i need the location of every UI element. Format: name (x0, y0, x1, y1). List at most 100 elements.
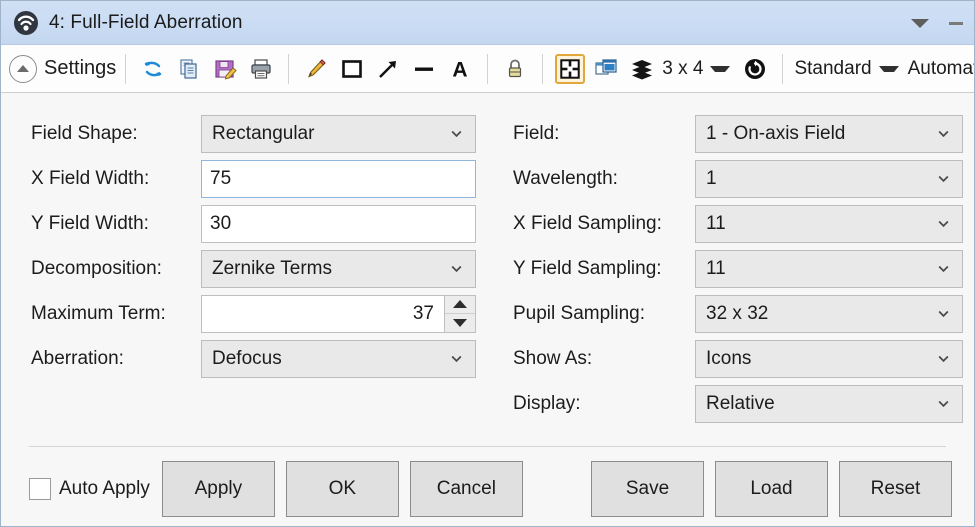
wavelength-label: Wavelength: (513, 168, 695, 190)
reset-button[interactable]: Reset (839, 461, 952, 517)
window-controls (902, 1, 974, 45)
maximum-term-stepper[interactable]: 37 (201, 295, 476, 333)
layers-icon[interactable] (627, 54, 657, 84)
full-field-aberration-window: 4: Full-Field Aberration Settings (0, 0, 975, 527)
wavelength-combobox[interactable]: 1 (695, 160, 963, 198)
mode-label[interactable]: Automati (908, 58, 974, 80)
cascade-window-icon[interactable] (591, 54, 621, 84)
auto-apply-label: Auto Apply (59, 478, 150, 500)
field-shape-label: Field Shape: (31, 123, 201, 145)
aberration-value: Defocus (212, 348, 450, 370)
primary-button-group: Apply OK Cancel (162, 461, 523, 517)
print-icon[interactable] (246, 54, 276, 84)
lock-icon[interactable] (500, 54, 530, 84)
row-maximum-term: Maximum Term: 37 (31, 291, 476, 336)
chevron-up-circle-icon (9, 55, 37, 83)
copy-icon[interactable] (174, 54, 204, 84)
grid-size-caret-icon[interactable] (710, 66, 730, 72)
cancel-button[interactable]: Cancel (410, 461, 523, 517)
text-icon[interactable]: A (445, 54, 475, 84)
arrow-icon[interactable] (373, 54, 403, 84)
settings-toggle[interactable]: Settings (9, 55, 116, 83)
y-field-sampling-value: 11 (706, 258, 937, 280)
titlebar-dropdown-button[interactable] (902, 1, 938, 45)
toolbar-separator (782, 54, 783, 84)
settings-form: Field Shape: Rectangular X Field Width: … (1, 93, 974, 453)
show-as-combobox[interactable]: Icons (695, 340, 963, 378)
load-button[interactable]: Load (715, 461, 828, 517)
row-x-field-sampling: X Field Sampling: 11 (513, 201, 963, 246)
reset-circle-icon[interactable] (740, 54, 770, 84)
toolbar-separator (487, 54, 488, 84)
chevron-down-icon (937, 172, 950, 185)
maximum-term-spin-buttons (444, 295, 476, 333)
display-value: Relative (706, 393, 937, 415)
show-as-label: Show As: (513, 348, 695, 370)
y-field-sampling-combobox[interactable]: 11 (695, 250, 963, 288)
field-shape-combobox[interactable]: Rectangular (201, 115, 476, 153)
footer-divider (29, 446, 946, 447)
field-label: Field: (513, 123, 695, 145)
ok-button[interactable]: OK (286, 461, 399, 517)
line-icon[interactable] (409, 54, 439, 84)
footer-bar: Auto Apply Apply OK Cancel Save Load Res… (1, 451, 974, 527)
chevron-down-icon (937, 352, 950, 365)
pupil-sampling-combobox[interactable]: 32 x 32 (695, 295, 963, 333)
chevron-down-icon (937, 127, 950, 140)
field-value: 1 - On-axis Field (706, 123, 937, 145)
pencil-icon[interactable] (301, 54, 331, 84)
pupil-sampling-label: Pupil Sampling: (513, 303, 695, 325)
auto-apply-checkbox-wrap[interactable]: Auto Apply (29, 478, 150, 500)
svg-text:A: A (453, 58, 468, 81)
triangle-up-icon (453, 300, 467, 308)
row-pupil-sampling: Pupil Sampling: 32 x 32 (513, 291, 963, 336)
decomposition-value: Zernike Terms (212, 258, 450, 280)
wavelength-value: 1 (706, 168, 937, 190)
right-column: Field: 1 - On-axis Field Wavelength: 1 (513, 111, 963, 426)
auto-apply-checkbox[interactable] (29, 478, 51, 500)
save-icon[interactable] (210, 54, 240, 84)
maximum-term-label: Maximum Term: (31, 303, 201, 325)
square-icon[interactable] (337, 54, 367, 84)
aperture-icon (13, 10, 39, 36)
title-bar: 4: Full-Field Aberration (1, 1, 974, 45)
row-field-shape: Field Shape: Rectangular (31, 111, 476, 156)
style-caret-icon[interactable] (879, 66, 899, 72)
refresh-icon[interactable] (138, 54, 168, 84)
spinner-down-button[interactable] (445, 313, 475, 332)
x-field-width-label: X Field Width: (31, 168, 201, 190)
secondary-button-group: Save Load Reset (591, 461, 952, 517)
minimize-button[interactable] (938, 1, 974, 45)
row-y-field-sampling: Y Field Sampling: 11 (513, 246, 963, 291)
row-display: Display: Relative (513, 381, 963, 426)
aberration-combobox[interactable]: Defocus (201, 340, 476, 378)
grid-size-label[interactable]: 3 x 4 (662, 58, 703, 80)
spinner-up-button[interactable] (445, 296, 475, 314)
row-decomposition: Decomposition: Zernike Terms (31, 246, 476, 291)
field-combobox[interactable]: 1 - On-axis Field (695, 115, 963, 153)
chevron-down-icon (911, 19, 929, 28)
left-column: Field Shape: Rectangular X Field Width: … (31, 111, 476, 381)
decomposition-label: Decomposition: (31, 258, 201, 280)
row-show-as: Show As: Icons (513, 336, 963, 381)
decomposition-combobox[interactable]: Zernike Terms (201, 250, 476, 288)
grid-window-icon[interactable] (555, 54, 585, 84)
display-combobox[interactable]: Relative (695, 385, 963, 423)
x-field-sampling-value: 11 (706, 213, 937, 235)
x-field-sampling-combobox[interactable]: 11 (695, 205, 963, 243)
settings-label: Settings (44, 57, 116, 80)
x-field-width-value: 75 (210, 168, 231, 190)
row-wavelength: Wavelength: 1 (513, 156, 963, 201)
chevron-down-icon (937, 217, 950, 230)
apply-button[interactable]: Apply (162, 461, 275, 517)
display-label: Display: (513, 393, 695, 415)
x-field-width-input[interactable]: 75 (201, 160, 476, 198)
show-as-value: Icons (706, 348, 937, 370)
maximum-term-input[interactable]: 37 (201, 295, 444, 333)
y-field-width-input[interactable]: 30 (201, 205, 476, 243)
save-button[interactable]: Save (591, 461, 704, 517)
toolbar-separator (288, 54, 289, 84)
row-aberration: Aberration: Defocus (31, 336, 476, 381)
style-label[interactable]: Standard (794, 58, 871, 80)
row-field: Field: 1 - On-axis Field (513, 111, 963, 156)
